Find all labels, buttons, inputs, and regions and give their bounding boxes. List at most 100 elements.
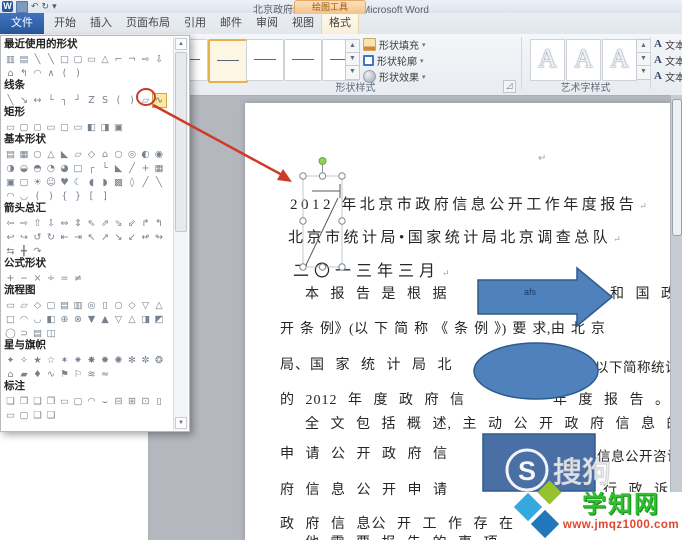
shape-icon[interactable]: ▣ bbox=[112, 121, 125, 134]
text-style-button[interactable]: A文本轮廓 bbox=[654, 54, 682, 68]
tab-审阅[interactable]: 审阅 bbox=[249, 13, 285, 34]
tab-引用[interactable]: 引用 bbox=[177, 13, 213, 34]
shape-icon[interactable]: ↗ bbox=[99, 231, 112, 244]
shape-icon[interactable]: ▢ bbox=[18, 409, 31, 422]
shape-icon[interactable]: ↔ bbox=[31, 94, 44, 107]
shape-icon[interactable]: ∿ bbox=[151, 93, 167, 108]
shape-icon[interactable]: ▢ bbox=[72, 395, 85, 408]
wordart-style-preset[interactable]: A bbox=[530, 39, 565, 81]
text-style-button[interactable]: A文本效果 bbox=[654, 70, 682, 84]
tab-插入[interactable]: 插入 bbox=[83, 13, 119, 34]
gallery-more-icon[interactable]: ▼ bbox=[345, 65, 360, 80]
wordart-style-preset[interactable]: A bbox=[602, 39, 637, 81]
word-logo-icon[interactable]: W bbox=[2, 1, 13, 12]
shape-icon[interactable]: ⌐ bbox=[112, 53, 125, 66]
shape-icon[interactable]: ⚐ bbox=[72, 368, 85, 381]
tab-文件[interactable]: 文件 bbox=[0, 13, 44, 34]
shape-icon[interactable]: ⊗ bbox=[72, 313, 85, 326]
shape-icon[interactable]: ( bbox=[58, 67, 71, 80]
shape-icon[interactable]: ) bbox=[45, 190, 58, 203]
tab-开始[interactable]: 开始 bbox=[47, 13, 83, 34]
shape-icon[interactable]: △ bbox=[126, 313, 139, 326]
shape-icon[interactable]: ) bbox=[72, 67, 85, 80]
shape-icon[interactable]: ▭ bbox=[72, 121, 85, 134]
shape-icon[interactable]: ▭ bbox=[58, 395, 71, 408]
shape-icon[interactable]: ⇩ bbox=[153, 53, 166, 66]
shape-icon[interactable]: ✻ bbox=[126, 354, 139, 367]
scroll-down-icon[interactable]: ▼ bbox=[175, 417, 187, 429]
tab-视图[interactable]: 视图 bbox=[285, 13, 321, 34]
shape-icon[interactable]: ⌣ bbox=[99, 395, 112, 408]
shape-icon[interactable]: ( bbox=[112, 94, 125, 107]
shape-icon[interactable]: ◠ bbox=[31, 67, 44, 80]
shape-icon[interactable]: ◨ bbox=[139, 313, 152, 326]
redo-icon[interactable]: ↻ bbox=[42, 1, 50, 12]
save-icon[interactable] bbox=[16, 0, 28, 13]
shape-icon[interactable]: ✼ bbox=[139, 354, 152, 367]
shape-icon[interactable]: ⇤ bbox=[58, 231, 71, 244]
shape-icon[interactable]: ◨ bbox=[99, 121, 112, 134]
shape-style-preset[interactable] bbox=[246, 39, 284, 81]
shape-icon[interactable]: ┘ bbox=[72, 94, 85, 107]
shape-icon[interactable]: ⊟ bbox=[112, 395, 125, 408]
shape-icon[interactable]: ❏ bbox=[31, 409, 44, 422]
shape-icon[interactable]: ⚑ bbox=[58, 368, 71, 381]
shape-icon[interactable]: ◫ bbox=[45, 327, 58, 340]
shape-icon[interactable]: ▩ bbox=[112, 176, 125, 189]
wordart-style-preset[interactable]: A bbox=[566, 39, 601, 81]
shape-icon[interactable]: ▼ bbox=[85, 313, 98, 326]
shape-icon[interactable]: S bbox=[99, 94, 112, 107]
shape-icon[interactable]: ↘ bbox=[112, 231, 125, 244]
shape-icon[interactable]: ▲ bbox=[99, 313, 112, 326]
shape-icon[interactable]: ◧ bbox=[85, 121, 98, 134]
shape-icon[interactable]: ▯ bbox=[153, 395, 166, 408]
shape-icon[interactable]: ↻ bbox=[45, 231, 58, 244]
shape-fill-button[interactable]: 形状填充 ▾ bbox=[363, 38, 426, 52]
shape-icon[interactable]: ▭ bbox=[4, 409, 17, 422]
shape-icon[interactable]: └ bbox=[45, 94, 58, 107]
shape-icon[interactable]: ⊞ bbox=[126, 395, 139, 408]
shape-icon[interactable]: ◠ bbox=[85, 395, 98, 408]
dialog-launcher-icon[interactable]: ◿ bbox=[503, 80, 516, 93]
scrollbar-thumb[interactable] bbox=[672, 99, 682, 236]
shape-icon[interactable]: ] bbox=[99, 190, 112, 203]
shape-icon[interactable]: { bbox=[58, 190, 71, 203]
shape-icon[interactable]: ≋ bbox=[85, 368, 98, 381]
shape-icon[interactable]: ▽ bbox=[112, 313, 125, 326]
shape-style-preset[interactable] bbox=[208, 39, 248, 83]
shape-icon[interactable]: ) bbox=[126, 94, 139, 107]
shape-icon[interactable]: △ bbox=[99, 53, 112, 66]
shape-outline-button[interactable]: 形状轮廓 ▾ bbox=[363, 54, 424, 68]
shape-icon[interactable]: ↬ bbox=[153, 231, 166, 244]
shape-icon[interactable]: ❑ bbox=[45, 409, 58, 422]
tab-邮件[interactable]: 邮件 bbox=[213, 13, 249, 34]
tab-页面布局[interactable]: 页面布局 bbox=[119, 13, 177, 34]
tab-格式[interactable]: 格式 bbox=[321, 13, 359, 34]
shape-icon[interactable]: [ bbox=[85, 190, 98, 203]
panel-scrollbar[interactable]: ▲ ▼ bbox=[173, 37, 188, 430]
shape-icon[interactable]: ↙ bbox=[126, 231, 139, 244]
shape-icon[interactable]: ¬ bbox=[126, 53, 139, 66]
shape-icon[interactable]: Z bbox=[85, 94, 98, 107]
shape-icon[interactable]: ◩ bbox=[153, 313, 166, 326]
shape-icon[interactable]: ⊕ bbox=[58, 313, 71, 326]
undo-icon[interactable]: ↶ bbox=[31, 1, 39, 12]
shape-icon[interactable]: ╱ bbox=[139, 176, 152, 189]
shape-icon[interactable]: ∧ bbox=[45, 67, 58, 80]
vertical-scrollbar[interactable] bbox=[670, 95, 682, 540]
shape-icon[interactable]: = bbox=[58, 272, 71, 285]
text-style-button[interactable]: A文本填充 bbox=[654, 38, 682, 52]
shape-icon[interactable]: ⊡ bbox=[139, 395, 152, 408]
shape-icon[interactable]: ≈ bbox=[99, 368, 112, 381]
document-page[interactable]: 2012 年北京市政府信息公开工作年度报告 ↵ 北京市统计局•国家统计局北京调查总队… bbox=[245, 103, 672, 540]
shape-icon[interactable]: ⇥ bbox=[72, 231, 85, 244]
shape-icon[interactable]: ÷ bbox=[45, 272, 58, 285]
shape-icon[interactable]: ↫ bbox=[139, 231, 152, 244]
shape-icon[interactable]: ╲ bbox=[153, 176, 166, 189]
shape-icon[interactable]: ✺ bbox=[112, 354, 125, 367]
shape-icon[interactable]: ▭ bbox=[45, 121, 58, 134]
shape-icon[interactable]: ▱ bbox=[139, 94, 152, 107]
shape-icon[interactable]: ┐ bbox=[58, 94, 71, 107]
shape-icon[interactable]: ↖ bbox=[85, 231, 98, 244]
shape-icon[interactable]: ∿ bbox=[45, 368, 58, 381]
